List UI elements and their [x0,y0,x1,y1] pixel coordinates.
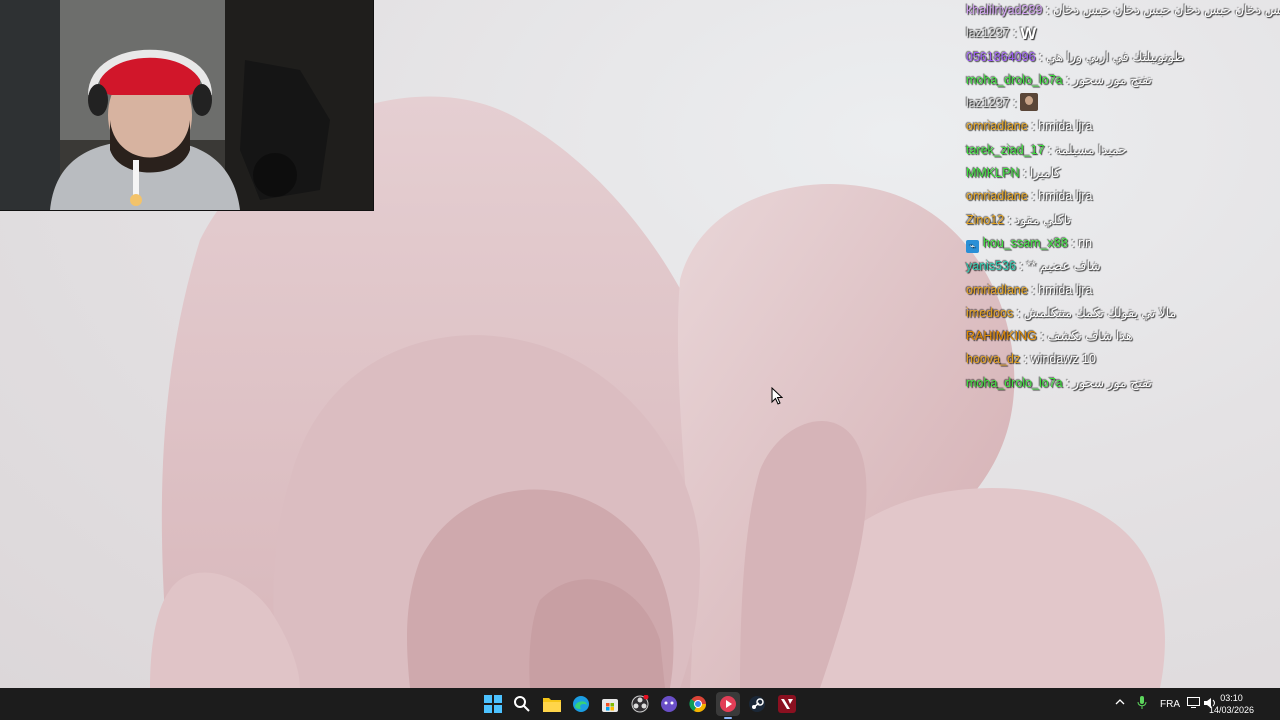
chat-text: تفتح مور سحور [1073,72,1152,87]
search-icon[interactable] [510,692,534,716]
chat-separator: : [1062,375,1074,390]
chat-message: laz1237 : [966,93,1276,116]
chat-username[interactable]: omriadlane [966,119,1028,133]
media-player-icon[interactable] [716,692,740,719]
chat-message: 0561864096 : طونوبيلتك في اربي ورا هي [966,47,1276,70]
chat-text: حميدا مسيلمة [1054,142,1127,157]
chat-username[interactable]: hoova_dz [966,352,1020,366]
valorant-icon[interactable] [775,692,799,716]
chat-text: طونوبيلتك في اربي ورا هي [1045,49,1185,64]
chat-username[interactable]: hou_ssam_x88 [983,236,1068,250]
chat-text: كاميرا [1029,166,1061,181]
chat-text: nn [1078,235,1093,250]
chrome-icon[interactable] [686,692,710,716]
chat-message: omriadlane : hmida ljra [966,116,1276,139]
chat-message: imedoos : مالا تي يقولك تكمك متتكلمش [966,303,1276,326]
chat-message: moha_drolo_lo7a : تفتح مور سحور [966,373,1276,396]
chat-message: hoova_dz : windawz 10 [966,349,1276,372]
chat-username[interactable]: 0561864096 [966,50,1036,64]
webcam-overlay [0,0,374,211]
system-clock[interactable]: 03:10 14/03/2026 [1209,692,1254,716]
chat-message: yanis536 : ** شاف عضيم [966,256,1276,279]
emote-w-icon: W [1020,24,1037,44]
chat-username[interactable]: moha_drolo_lo7a [966,376,1063,390]
chat-text: مالا تي يقولك تكمك متتكلمش [1023,305,1177,320]
chat-username[interactable]: Zino12 [966,213,1004,227]
chat-separator: : [1067,235,1079,250]
chat-text: hmida ljra [1038,282,1093,297]
chat-separator: : [1016,259,1027,274]
chat-separator: : [1044,142,1055,157]
mouse-cursor-icon [771,387,783,405]
chat-separator: : [1062,72,1074,87]
windows-start-icon[interactable] [481,692,505,716]
chat-username[interactable]: tarek_ziad_17 [966,143,1045,157]
chat-message: MMKLPN : كاميرا [966,163,1276,186]
clock-time: 03:10 [1220,693,1243,703]
taskbar: FRA 03:10 14/03/2026 [0,688,1280,720]
emote-face-icon [1020,93,1039,112]
chat-message: Zino12 : تاكلي مقود [966,210,1276,233]
chat-separator: : [1042,3,1053,17]
obs-icon[interactable] [628,692,652,716]
chat-username[interactable]: moha_drolo_lo7a [966,73,1063,87]
chat-text: هذا شاف نكشف [1047,329,1133,344]
chat-username[interactable]: MMKLPN [966,166,1019,180]
chat-message: khalilriyad289 : حبس دخان حبس دخان حبس د… [966,0,1280,23]
chat-separator: : [1004,212,1015,227]
chat-text: تفتح مور سحور [1073,375,1152,390]
chat-separator: : [1009,96,1021,111]
steam-icon[interactable] [745,692,769,716]
chat-message: moha_drolo_lo7a : تفتح مور سحور [966,70,1276,93]
chat-separator: : [1035,49,1046,64]
chat-username[interactable]: RAHIMKING [966,329,1037,343]
chat-message: tarek_ziad_17 : حميدا مسيلمة [966,140,1276,163]
streamer-webcam-image [0,0,373,210]
chat-text: حبس دخان حبس دخان حبس دخان حبس دخان [1052,3,1280,17]
microsoft-store-icon[interactable] [598,692,622,716]
clock-date: 14/03/2026 [1208,705,1254,715]
file-explorer-icon[interactable] [540,692,564,716]
chat-text: hmida ljra [1038,119,1093,134]
chat-message: omriadlane : hmida ljra [966,280,1276,303]
chat-username[interactable]: laz1237 [966,26,1010,40]
chat-separator: : [1019,166,1030,181]
edge-icon[interactable] [569,692,593,716]
chat-username[interactable]: khalilriyad289 [966,3,1042,17]
chat-message: RAHIMKING : هذا شاف نكشف [966,326,1276,349]
chat-message: ⌁ hou_ssam_x88 : nn [966,233,1276,256]
app-purple-icon[interactable] [657,692,681,716]
chat-separator: : [1009,26,1021,41]
chat-separator: : [1027,119,1039,134]
chat-username[interactable]: laz1237 [966,96,1010,110]
chat-username[interactable]: imedoos [966,306,1013,320]
chat-username[interactable]: omriadlane [966,189,1028,203]
chat-username[interactable]: yanis536 [966,259,1016,273]
chat-username[interactable]: omriadlane [966,283,1028,297]
chat-text: تاكلي مقود [1014,212,1071,227]
chat-text: ** شاف عضيم [1026,259,1101,274]
chat-badge-icon: ⌁ [966,239,979,253]
chat-separator: : [1036,329,1048,344]
chat-message: laz1237 : W [966,23,1276,46]
chat-separator: : [1020,352,1031,367]
desktop: khalilriyad289 : حبس دخان حبس دخان حبس د… [0,0,1280,688]
chevron-up-icon[interactable] [1115,697,1125,710]
chat-message: omriadlane : hmida ljra [966,186,1276,209]
chat-text: windawz 10 [1030,352,1096,367]
chat-text: hmida ljra [1038,189,1093,204]
chat-separator: : [1013,305,1024,320]
network-icon[interactable] [1187,697,1200,711]
language-indicator[interactable]: FRA [1160,699,1180,710]
stream-chat-overlay: khalilriyad289 : حبس دخان حبس دخان حبس د… [966,0,1280,396]
microphone-icon[interactable] [1137,696,1147,713]
chat-separator: : [1027,189,1039,204]
chat-separator: : [1027,282,1039,297]
